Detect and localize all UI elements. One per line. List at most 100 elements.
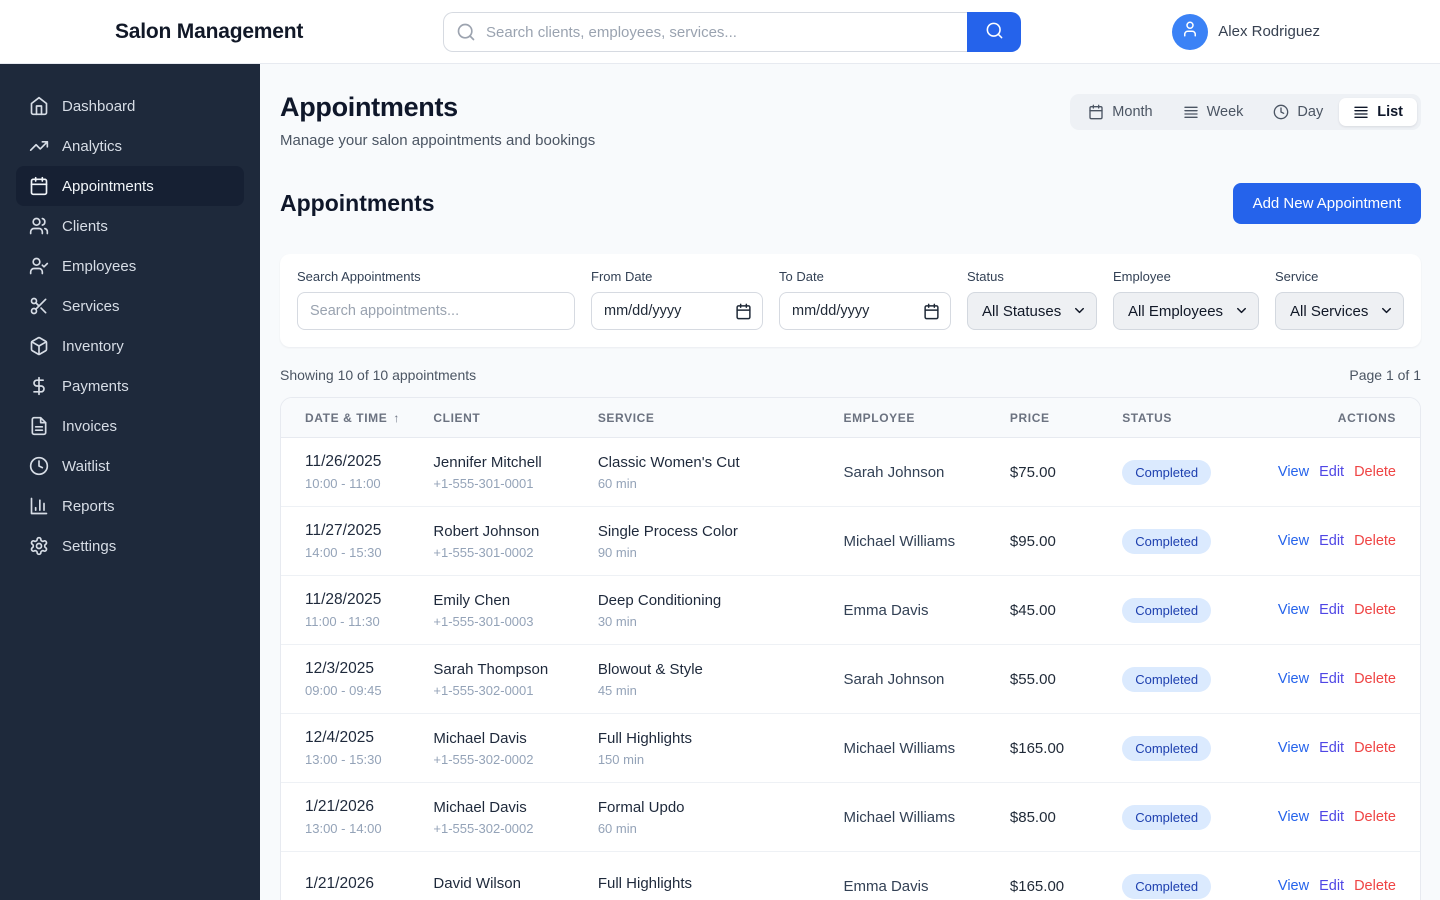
sidebar-item-waitlist[interactable]: Waitlist	[16, 446, 244, 486]
table-row: 11/27/2025 14:00 - 15:30 Robert Johnson +1-…	[281, 507, 1420, 576]
clock-icon	[1273, 104, 1289, 120]
calendar-glyph-icon[interactable]	[735, 303, 752, 320]
delete-link[interactable]: Delete	[1354, 671, 1396, 687]
edit-link[interactable]: Edit	[1319, 671, 1344, 687]
service-duration: 150 min	[597, 751, 645, 767]
view-link[interactable]: View	[1278, 878, 1309, 894]
column-header-employee: Employee	[843, 410, 915, 425]
table-row: 12/3/2025 09:00 - 09:45 Sarah Thompson +1-5…	[281, 645, 1420, 714]
appointment-date: 1/21/2026	[305, 798, 374, 815]
view-mode-week[interactable]: Week	[1169, 98, 1258, 126]
view-link[interactable]: View	[1278, 533, 1309, 549]
file-text-icon	[29, 416, 49, 436]
appointment-time: 14:00 - 15:30	[305, 545, 382, 560]
appointment-price: $165.00	[1009, 739, 1065, 757]
employee-name: Michael Williams	[843, 532, 956, 550]
calendar-glyph-icon[interactable]	[923, 303, 940, 320]
client-phone: +1-555-302-0002	[433, 751, 534, 767]
from-date-input[interactable]: mm/dd/yyyy	[591, 292, 763, 330]
delete-link[interactable]: Delete	[1354, 602, 1396, 618]
sidebar-item-analytics[interactable]: Analytics	[16, 126, 244, 166]
employee-name: Michael Williams	[843, 739, 956, 757]
sidebar-item-reports[interactable]: Reports	[16, 486, 244, 526]
sidebar-item-services[interactable]: Services	[16, 286, 244, 326]
employee-name: Emma Davis	[843, 877, 929, 895]
service-name: Formal Updo	[597, 798, 685, 816]
column-header-date-time[interactable]: Date & Time ↑	[281, 411, 433, 425]
column-header-actions: Actions	[1337, 410, 1396, 425]
user-menu[interactable]: Alex Rodriguez	[1172, 13, 1320, 50]
appointment-date: 1/21/2026	[305, 874, 374, 892]
table-body: 11/26/2025 10:00 - 11:00 Jennifer Mitchell…	[281, 438, 1420, 900]
table-row: 1/21/2026 David Wilson Full Highlights Emma…	[281, 852, 1420, 900]
table-row: 11/26/2025 10:00 - 11:00 Jennifer Mitchell…	[281, 438, 1420, 507]
delete-link[interactable]: Delete	[1354, 533, 1396, 549]
service-duration: 60 min	[597, 475, 637, 491]
avatar	[1172, 13, 1209, 50]
edit-link[interactable]: Edit	[1319, 878, 1344, 894]
delete-link[interactable]: Delete	[1354, 878, 1396, 894]
edit-link[interactable]: Edit	[1319, 740, 1344, 756]
list-lines-icon	[1353, 104, 1369, 120]
client-name: David Wilson	[433, 875, 521, 892]
view-mode-day[interactable]: Day	[1259, 98, 1337, 126]
appointment-time: 11:00 - 11:30	[305, 614, 380, 629]
search-appointments-label: Search Appointments	[297, 269, 421, 284]
view-link[interactable]: View	[1278, 602, 1309, 618]
view-mode-list[interactable]: List	[1339, 98, 1417, 126]
user-icon	[1181, 20, 1199, 43]
search-button[interactable]	[967, 12, 1021, 52]
column-header-price: Price	[1009, 410, 1050, 425]
employee-name: Sarah Johnson	[843, 463, 945, 481]
client-name: Michael Davis	[433, 729, 527, 747]
delete-link[interactable]: Delete	[1354, 809, 1396, 825]
sidebar-item-appointments[interactable]: Appointments	[16, 166, 244, 206]
delete-link[interactable]: Delete	[1354, 464, 1396, 480]
sidebar-item-clients[interactable]: Clients	[16, 206, 244, 246]
appointment-price: $95.00	[1009, 532, 1056, 550]
sidebar-item-dashboard[interactable]: Dashboard	[16, 86, 244, 126]
edit-link[interactable]: Edit	[1319, 533, 1344, 549]
to-date-input[interactable]: mm/dd/yyyy	[779, 292, 951, 330]
appointment-price: $45.00	[1009, 601, 1056, 619]
add-new-appointment-button[interactable]: Add New Appointment	[1232, 183, 1421, 224]
dollar-icon	[29, 376, 49, 396]
sidebar-item-settings[interactable]: Settings	[16, 526, 244, 566]
view-link[interactable]: View	[1278, 464, 1309, 480]
table-row: 1/21/2026 13:00 - 14:00 Michael Davis +1-55…	[281, 783, 1420, 852]
list-lines-icon	[1183, 104, 1199, 120]
view-link[interactable]: View	[1278, 809, 1309, 825]
appointment-price: $165.00	[1009, 877, 1065, 895]
view-link[interactable]: View	[1278, 671, 1309, 687]
view-mode-month[interactable]: Month	[1074, 98, 1166, 126]
appointment-time: 13:00 - 14:00	[305, 821, 382, 836]
global-search-input[interactable]	[443, 12, 967, 52]
employee-name: Sarah Johnson	[843, 670, 945, 688]
appointment-date: 12/3/2025	[305, 660, 374, 677]
sidebar-item-inventory[interactable]: Inventory	[16, 326, 244, 366]
appointment-price: $85.00	[1009, 808, 1056, 826]
main-content: Appointments Manage your salon appointme…	[260, 64, 1440, 900]
delete-link[interactable]: Delete	[1354, 740, 1396, 756]
status-select[interactable]: All Statuses	[967, 292, 1097, 330]
edit-link[interactable]: Edit	[1319, 809, 1344, 825]
search-appointments-input[interactable]	[297, 292, 575, 330]
employee-select[interactable]: All Employees	[1113, 292, 1259, 330]
sidebar-item-invoices[interactable]: Invoices	[16, 406, 244, 446]
employee-name: Michael Williams	[843, 808, 956, 826]
sidebar-item-employees[interactable]: Employees	[16, 246, 244, 286]
appointment-date: 12/4/2025	[305, 729, 374, 746]
service-name: Full Highlights	[597, 729, 693, 747]
sidebar-nav: Dashboard Analytics Appointments Clients Emp…	[0, 64, 260, 900]
appointment-time: 10:00 - 11:00	[305, 476, 381, 491]
edit-link[interactable]: Edit	[1319, 602, 1344, 618]
edit-link[interactable]: Edit	[1319, 464, 1344, 480]
view-link[interactable]: View	[1278, 740, 1309, 756]
appointment-price: $75.00	[1009, 463, 1056, 481]
client-phone: +1-555-301-0003	[433, 613, 534, 629]
service-select[interactable]: All Services	[1275, 292, 1404, 330]
calendar-icon	[1088, 104, 1104, 120]
sidebar-item-payments[interactable]: Payments	[16, 366, 244, 406]
appointment-time: 09:00 - 09:45	[305, 683, 382, 698]
service-duration: 30 min	[597, 613, 637, 629]
